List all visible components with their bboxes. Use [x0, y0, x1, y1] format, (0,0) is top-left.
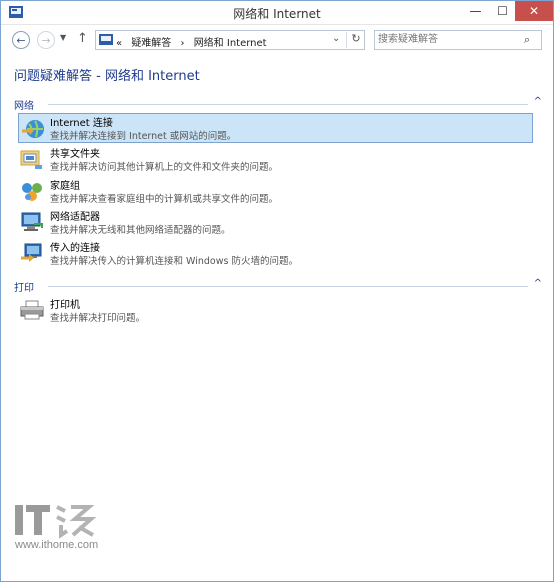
item-description: 查找并解决传入的计算机连接和 Windows 防火墙的问题。: [50, 256, 298, 267]
group-title: 打印: [14, 283, 34, 294]
shared-folder-icon: [20, 150, 42, 169]
recent-locations-dropdown[interactable]: ▼: [60, 33, 66, 42]
collapse-chevron-icon[interactable]: ^: [534, 96, 542, 107]
group-title: 网络: [14, 101, 34, 112]
address-dropdown-icon[interactable]: ⌄: [332, 33, 340, 44]
search-box[interactable]: ⌕: [374, 30, 542, 50]
breadcrumb-separator[interactable]: ›: [181, 38, 185, 49]
breadcrumb-item-troubleshooting[interactable]: 疑难解答: [131, 38, 171, 49]
ithome-logo: [15, 505, 97, 539]
forward-button[interactable]: →: [37, 31, 55, 49]
list-item-shared-folders[interactable]: 共享文件夹 查找并解决访问其他计算机上的文件和文件夹的问题。: [18, 144, 533, 174]
list-item-homegroup[interactable]: 家庭组 查找并解决查看家庭组中的计算机或共享文件的问题。: [18, 176, 533, 206]
search-input[interactable]: [378, 32, 518, 47]
item-description: 查找并解决无线和其他网络适配器的问题。: [50, 225, 231, 236]
watermark-url: www.ithome.com: [15, 539, 99, 551]
breadcrumb: « 疑难解答 › 网络和 Internet: [116, 34, 273, 49]
control-panel-icon: [99, 34, 113, 45]
search-icon[interactable]: ⌕: [524, 33, 530, 47]
item-name: 打印机: [50, 300, 80, 311]
item-name: 传入的连接: [50, 243, 100, 254]
list-item-network-adapter[interactable]: 网络适配器 查找并解决无线和其他网络适配器的问题。: [18, 207, 533, 237]
refresh-icon[interactable]: ↻: [346, 32, 365, 48]
up-button[interactable]: ↑: [77, 31, 88, 46]
item-description: 查找并解决访问其他计算机上的文件和文件夹的问题。: [50, 162, 279, 173]
minimize-button[interactable]: —: [462, 1, 489, 21]
printer-icon: [20, 300, 44, 320]
item-name: Internet 连接: [50, 118, 113, 129]
homegroup-icon: [22, 183, 42, 201]
close-button[interactable]: ✕: [515, 1, 553, 21]
breadcrumb-item-network[interactable]: 网络和 Internet: [194, 38, 267, 49]
page-title: 问题疑难解答 - 网络和 Internet: [14, 69, 200, 84]
item-description: 查找并解决查看家庭组中的计算机或共享文件的问题。: [50, 194, 279, 205]
group-header-network[interactable]: 网络 ^: [14, 96, 542, 112]
collapse-chevron-icon[interactable]: ^: [534, 278, 542, 289]
item-description: 查找并解决打印问题。: [50, 313, 146, 324]
item-name: 网络适配器: [50, 212, 100, 223]
list-item-printer[interactable]: 打印机 查找并解决打印问题。: [18, 295, 533, 325]
network-adapter-icon: [21, 212, 43, 231]
group-header-printing[interactable]: 打印 ^: [14, 278, 542, 294]
navigation-bar: ← → ▼ ↑ « 疑难解答 › 网络和 Internet ⌄ ↻ ⌕: [1, 25, 553, 55]
item-description: 查找并解决连接到 Internet 或网站的问题。: [50, 131, 237, 142]
title-bar: 网络和 Internet — ☐ ✕: [1, 1, 553, 25]
group-divider: [48, 286, 528, 287]
address-bar[interactable]: « 疑难解答 › 网络和 Internet ⌄ ↻: [95, 30, 365, 50]
breadcrumb-overflow[interactable]: «: [116, 38, 122, 49]
back-button[interactable]: ←: [12, 31, 30, 49]
list-item-incoming-connections[interactable]: 传入的连接 查找并解决传入的计算机连接和 Windows 防火墙的问题。: [18, 238, 533, 268]
maximize-button[interactable]: ☐: [489, 1, 516, 21]
window: 网络和 Internet — ☐ ✕ ← → ▼ ↑ « 疑难解答 › 网络和 …: [0, 0, 554, 582]
globe-connection-icon: [22, 120, 44, 138]
item-name: 共享文件夹: [50, 149, 100, 160]
item-name: 家庭组: [50, 181, 80, 192]
group-divider: [48, 104, 528, 105]
incoming-connection-icon: [21, 243, 42, 262]
list-item-internet-connection[interactable]: Internet 连接 查找并解决连接到 Internet 或网站的问题。: [18, 113, 533, 143]
